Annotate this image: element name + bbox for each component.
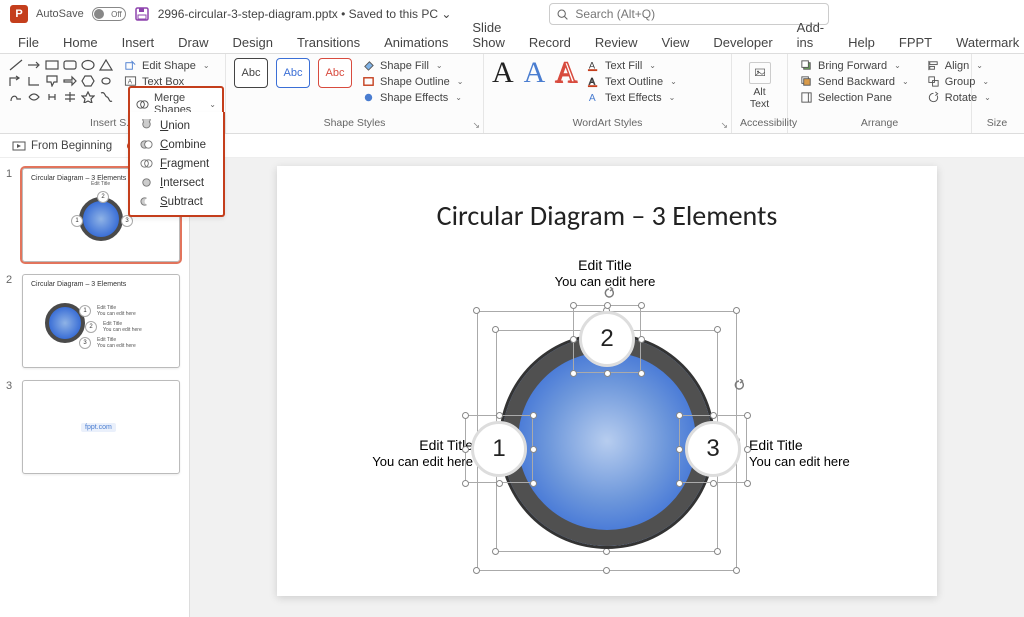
tab-watermark[interactable]: Watermark: [952, 32, 1023, 53]
shape-effects-icon: [362, 91, 375, 104]
group-label-shape-styles: Shape Styles: [234, 117, 475, 129]
merge-intersect[interactable]: Intersect: [130, 173, 223, 192]
shape-outline-button[interactable]: Shape Outline⌄: [358, 74, 467, 89]
search-box[interactable]: Search (Alt+Q): [549, 3, 829, 25]
wordart-sample-3[interactable]: A: [555, 58, 577, 88]
alt-text-icon: [754, 67, 766, 79]
send-backward-icon: [800, 75, 813, 88]
autosave-label: AutoSave: [36, 8, 84, 20]
wordart-gallery[interactable]: A A A: [492, 58, 577, 88]
merge-union[interactable]: Union: [130, 116, 223, 135]
file-name[interactable]: 2996-circular-3-step-diagram.pptx • Save…: [158, 7, 452, 21]
tab-home[interactable]: Home: [59, 32, 102, 53]
shape-gallery[interactable]: [8, 58, 114, 104]
powerpoint-icon: P: [10, 5, 28, 23]
selection-pane-icon: [800, 91, 813, 104]
thumbnail-3[interactable]: 3 fppt.com: [6, 380, 183, 474]
dialog-launcher-icon[interactable]: ↘: [472, 120, 480, 131]
title-bar: P AutoSave Off 2996-circular-3-step-diag…: [0, 0, 1024, 28]
group-accessibility: AltText Accessibility: [732, 54, 788, 133]
svg-text:A: A: [128, 78, 133, 85]
group-size: Size: [972, 54, 1022, 133]
group-shape-styles: Abc Abc Abc Shape Fill⌄ Shape Outline⌄ S…: [226, 54, 484, 133]
wordart-sample-1[interactable]: A: [492, 58, 514, 88]
from-beginning-icon: [12, 139, 26, 153]
alt-text-button[interactable]: [749, 62, 771, 84]
text-effects-icon: A: [587, 91, 600, 104]
bring-forward-button[interactable]: Bring Forward⌄: [796, 58, 913, 73]
merge-combine[interactable]: Combine: [130, 135, 223, 154]
shape-fill-button[interactable]: Shape Fill⌄: [358, 58, 467, 73]
group-wordart-styles: A A A AText Fill⌄ AText Outline⌄ AText E…: [484, 54, 732, 133]
merge-subtract[interactable]: Subtract: [130, 192, 223, 211]
rotate-icon: [927, 91, 940, 104]
tab-help[interactable]: Help: [844, 32, 879, 53]
style-sample-1[interactable]: Abc: [234, 58, 268, 88]
slide-title[interactable]: Circular Diagram – 3 Elements: [277, 198, 937, 233]
wordart-sample-2[interactable]: A: [524, 58, 546, 88]
edit-shape-icon: [124, 59, 137, 72]
from-beginning-button[interactable]: From Beginning: [12, 139, 112, 153]
send-backward-button[interactable]: Send Backward⌄: [796, 74, 913, 89]
label-top[interactable]: Edit Title You can edit here: [515, 256, 695, 291]
svg-text:A: A: [589, 93, 596, 104]
group-label-arrange: Arrange: [796, 117, 963, 129]
slide-thumbnails: 1 Circular Diagram – 3 Elements 2 1 3 Ed…: [0, 158, 190, 617]
autosave-toggle[interactable]: Off: [92, 7, 126, 21]
tab-view[interactable]: View: [657, 32, 693, 53]
svg-text:A: A: [589, 76, 596, 86]
tab-record[interactable]: Record: [525, 32, 575, 53]
merge-shapes-icon: [136, 98, 149, 111]
slide[interactable]: Circular Diagram – 3 Elements Edit Title…: [277, 166, 937, 596]
group-label-accessibility: Accessibility: [740, 117, 779, 129]
selection-pane-button[interactable]: Selection Pane: [796, 90, 913, 105]
group-label-wordart: WordArt Styles: [492, 117, 723, 129]
style-sample-2[interactable]: Abc: [276, 58, 310, 88]
tab-addins[interactable]: Add-ins: [793, 17, 828, 53]
tab-developer[interactable]: Developer: [709, 32, 776, 53]
shape-outline-icon: [362, 75, 375, 88]
tab-transitions[interactable]: Transitions: [293, 32, 364, 53]
ribbon-tabs: File Home Insert Draw Design Transitions…: [0, 28, 1024, 54]
save-icon[interactable]: [134, 6, 150, 22]
merge-fragment[interactable]: Fragment: [130, 154, 223, 173]
text-fill-icon: A: [587, 59, 600, 72]
search-icon: [556, 8, 569, 21]
group-label-size: Size: [980, 117, 1014, 129]
text-effects-button[interactable]: AText Effects⌄: [583, 90, 681, 105]
thumbnail-2[interactable]: 2 Circular Diagram – 3 Elements 1 2 3 Ed…: [6, 274, 183, 368]
shape-fill-icon: [362, 59, 375, 72]
tab-insert[interactable]: Insert: [118, 32, 159, 53]
tab-draw[interactable]: Draw: [174, 32, 212, 53]
rotate-handle-icon[interactable]: [733, 379, 745, 391]
svg-text:A: A: [589, 60, 596, 70]
tab-review[interactable]: Review: [591, 32, 642, 53]
text-outline-icon: A: [587, 75, 600, 88]
label-left[interactable]: Edit Title You can edit here: [313, 436, 473, 471]
edit-shape-button[interactable]: Edit Shape⌄: [120, 58, 214, 73]
label-right[interactable]: Edit Title You can edit here: [749, 436, 919, 471]
shape-effects-button[interactable]: Shape Effects⌄: [358, 90, 467, 105]
diagram-group[interactable]: 2 1 3: [477, 311, 737, 571]
tab-file[interactable]: File: [14, 32, 43, 53]
group-arrange: Bring Forward⌄ Align⌄ Send Backward⌄ Gro…: [788, 54, 972, 133]
merge-shapes-dropdown: Union Combine Fragment Intersect Subtrac…: [128, 112, 225, 217]
tab-design[interactable]: Design: [229, 32, 277, 53]
shape-style-gallery[interactable]: Abc Abc Abc: [234, 58, 352, 88]
text-fill-button[interactable]: AText Fill⌄: [583, 58, 681, 73]
rotate-handle-icon[interactable]: [603, 287, 615, 299]
search-placeholder: Search (Alt+Q): [575, 7, 655, 21]
dialog-launcher-icon[interactable]: ↘: [720, 120, 728, 131]
slide-canvas-area[interactable]: Circular Diagram – 3 Elements Edit Title…: [190, 158, 1024, 617]
text-outline-button[interactable]: AText Outline⌄: [583, 74, 681, 89]
style-sample-3[interactable]: Abc: [318, 58, 352, 88]
tab-slideshow[interactable]: Slide Show: [468, 17, 509, 53]
align-icon: [927, 59, 940, 72]
group-icon: [927, 75, 940, 88]
tab-fppt[interactable]: FPPT: [895, 32, 936, 53]
main-area: 1 Circular Diagram – 3 Elements 2 1 3 Ed…: [0, 158, 1024, 617]
ribbon: Edit Shape⌄ A Text Box Insert S... Merge…: [0, 54, 1024, 134]
bring-forward-icon: [800, 59, 813, 72]
tab-animations[interactable]: Animations: [380, 32, 452, 53]
